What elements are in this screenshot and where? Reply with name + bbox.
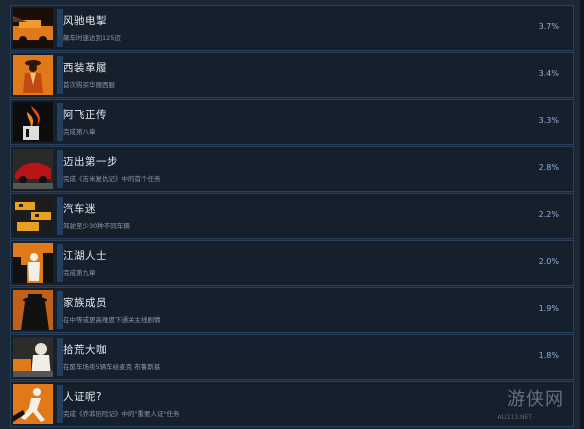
achievement-description: 首次购买华丽西服 bbox=[63, 81, 115, 89]
achievement-description: 完成第九章 bbox=[63, 269, 96, 277]
achievement-title: 汽车迷 bbox=[63, 203, 96, 215]
achievement-row[interactable]: 拾荒大咖 在废车场卖5辆车给麦克 布鲁斯基 1.8% bbox=[10, 334, 574, 380]
achievement-description: 完成《吉米复仇记》中的首个任务 bbox=[63, 175, 161, 183]
city-gangster-icon bbox=[13, 243, 53, 283]
taxi-cars-icon bbox=[13, 196, 53, 236]
flaming-hand-icon bbox=[13, 102, 53, 142]
watermark-logo: 游侠网 bbox=[507, 389, 564, 410]
fedora-man-icon bbox=[13, 290, 53, 330]
achievement-description: 在废车场卖5辆车给麦克 布鲁斯基 bbox=[63, 363, 161, 371]
achievement-row[interactable]: 阿飞正传 完成第八章 3.3% bbox=[10, 99, 574, 145]
watermark-subtext: ALI213.NET bbox=[497, 414, 532, 421]
achievement-description: 驾驶至少30种不同车辆 bbox=[63, 222, 130, 230]
achievement-row[interactable]: 迈出第一步 完成《吉米复仇记》中的首个任务 2.8% bbox=[10, 146, 574, 192]
achievement-title: 阿飞正传 bbox=[63, 109, 107, 121]
unlock-percentage: 3.7% bbox=[538, 22, 559, 31]
achievement-title: 人证呢? bbox=[63, 391, 103, 403]
achievement-title: 江湖人士 bbox=[63, 250, 107, 262]
achievement-row[interactable]: 人证呢? 完成《乔菲历险记》中的"重要人证"任务 bbox=[10, 381, 574, 427]
unlock-percentage: 1.9% bbox=[538, 304, 559, 313]
speeding-car-icon bbox=[13, 8, 53, 48]
suit-man-icon bbox=[13, 55, 53, 95]
achievement-description: 飙车时速达到125迈 bbox=[63, 34, 121, 42]
achievement-title: 西装革履 bbox=[63, 62, 107, 74]
unlock-percentage: 2.2% bbox=[538, 210, 559, 219]
achievement-row[interactable]: 西装革履 首次购买华丽西服 3.4% bbox=[10, 52, 574, 98]
scrollbar[interactable] bbox=[580, 0, 584, 429]
achievement-description: 在中等或更高难度下通关主线剧情 bbox=[63, 316, 161, 324]
achievement-title: 家族成员 bbox=[63, 297, 107, 309]
achievement-title: 迈出第一步 bbox=[63, 156, 118, 168]
unlock-percentage: 3.3% bbox=[538, 116, 559, 125]
achievement-title: 拾荒大咖 bbox=[63, 344, 107, 356]
achievement-row[interactable]: 汽车迷 驾驶至少30种不同车辆 2.2% bbox=[10, 193, 574, 239]
unlock-percentage: 3.4% bbox=[538, 69, 559, 78]
achievement-description: 完成《乔菲历险记》中的"重要人证"任务 bbox=[63, 410, 180, 418]
achievement-row[interactable]: 风驰电掣 飙车时速达到125迈 3.7% bbox=[10, 5, 574, 51]
running-man-icon bbox=[13, 384, 53, 424]
achievement-row[interactable]: 江湖人士 完成第九章 2.0% bbox=[10, 240, 574, 286]
red-car-icon bbox=[13, 149, 53, 189]
achievement-row[interactable]: 家族成员 在中等或更高难度下通关主线剧情 1.9% bbox=[10, 287, 574, 333]
junkyard-man-icon bbox=[13, 337, 53, 377]
unlock-percentage: 2.0% bbox=[538, 257, 559, 266]
unlock-percentage: 1.8% bbox=[538, 351, 559, 360]
achievement-description: 完成第八章 bbox=[63, 128, 96, 136]
unlock-percentage: 2.8% bbox=[538, 163, 559, 172]
achievement-title: 风驰电掣 bbox=[63, 15, 107, 27]
